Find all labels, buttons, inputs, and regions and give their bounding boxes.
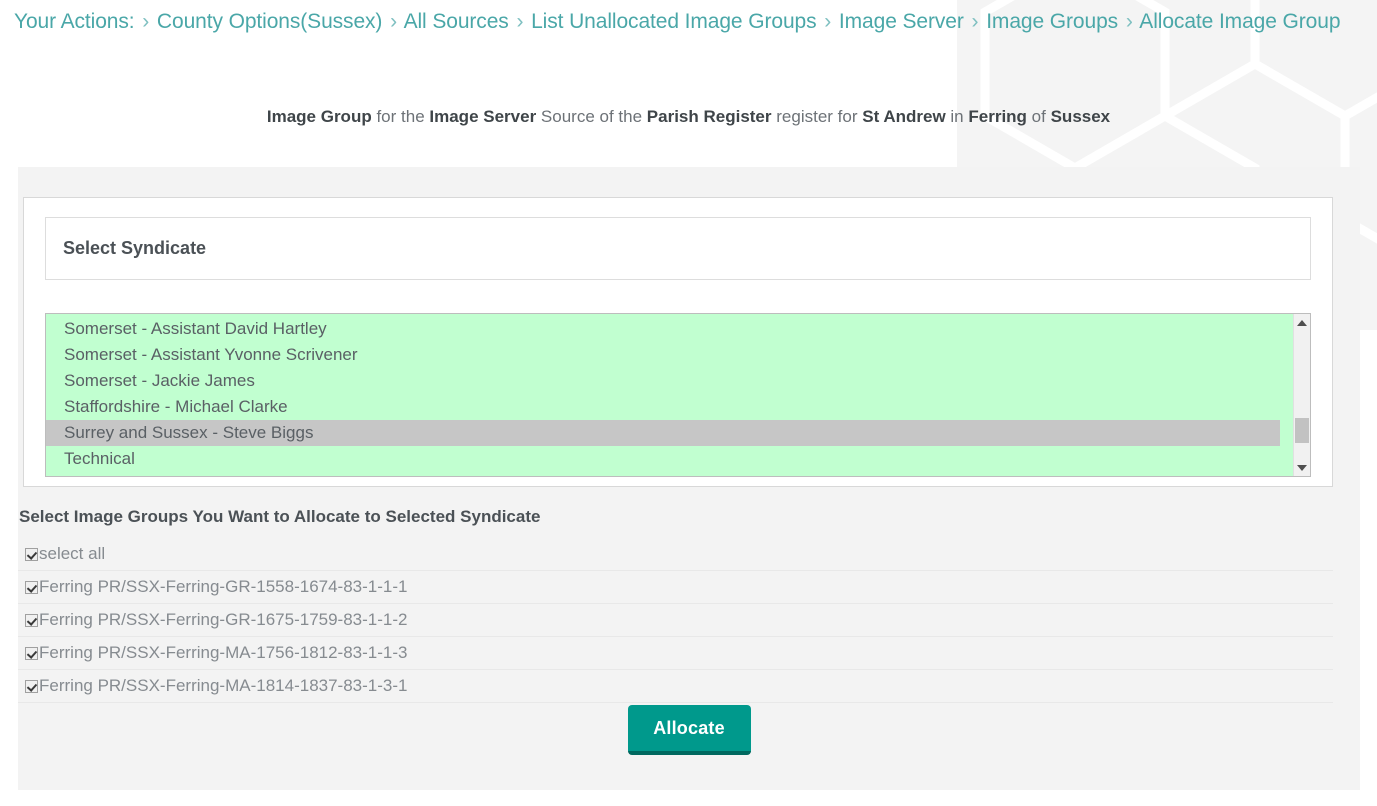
breadcrumb-item-allocate-image-group[interactable]: Allocate Image Group [1139,10,1340,33]
breadcrumb-separator: › [1124,10,1135,33]
subtitle-parish: Ferring [968,107,1027,126]
breadcrumb-separator: › [514,10,525,33]
breadcrumb: Your Actions: › County Options(Sussex) ›… [14,8,1340,36]
breadcrumb-separator: › [970,10,981,33]
list-item[interactable]: select all [18,538,1333,571]
image-groups-section: Select Image Groups You Want to Allocate… [18,507,1360,703]
triangle-up-icon[interactable] [1294,314,1310,331]
breadcrumb-separator: › [822,10,833,33]
subtitle-text: in [950,107,963,126]
list-item[interactable]: Ferring PR/SSX-Ferring-MA-1756-1812-83-1… [18,637,1333,670]
subtitle-place: St Andrew [862,107,945,126]
breadcrumb-lead: Your Actions: [14,10,135,33]
main-panel: Select Syndicate Somerset - Assistant Da… [18,167,1360,790]
allocate-button[interactable]: Allocate [628,705,751,755]
list-item[interactable]: Ferring PR/SSX-Ferring-MA-1814-1837-83-1… [18,670,1333,703]
syndicate-header: Select Syndicate [45,217,1311,280]
allocate-button-row: Allocate [18,705,1360,755]
breadcrumb-item-image-groups[interactable]: Image Groups [986,10,1118,33]
list-item-label[interactable]: select all [39,544,105,564]
subtitle-text: for the [376,107,424,126]
listbox-scrollbar[interactable] [1293,314,1310,476]
subtitle-text: register for [776,107,857,126]
subtitle-image-server: Image Server [429,107,536,126]
checkbox-image-group[interactable] [25,647,38,660]
list-item-label[interactable]: Ferring PR/SSX-Ferring-GR-1675-1759-83-1… [39,610,407,630]
syndicate-listbox[interactable]: Somerset - Assistant David Hartley Somer… [45,313,1311,477]
subtitle-parish-register: Parish Register [647,107,772,126]
triangle-down-icon[interactable] [1294,459,1310,476]
syndicate-option-selected[interactable]: Surrey and Sussex - Steve Biggs [46,420,1280,446]
page-subtitle: Image Group for the Image Server Source … [0,105,1377,129]
image-groups-heading: Select Image Groups You Want to Allocate… [18,507,1360,527]
checkbox-select-all[interactable] [25,548,38,561]
breadcrumb-separator: › [388,10,399,33]
checkbox-image-group[interactable] [25,614,38,627]
breadcrumb-item-list-unallocated-image-groups[interactable]: List Unallocated Image Groups [531,10,816,33]
syndicate-option[interactable]: Somerset - Jackie James [46,368,1293,394]
scrollbar-thumb[interactable] [1295,418,1309,443]
subtitle-text: Source of the [541,107,642,126]
breadcrumb-item-all-sources[interactable]: All Sources [404,10,509,33]
checkbox-image-group[interactable] [25,680,38,693]
list-item-label[interactable]: Ferring PR/SSX-Ferring-MA-1814-1837-83-1… [39,676,407,696]
syndicate-card: Select Syndicate Somerset - Assistant Da… [23,197,1333,487]
breadcrumb-item-image-server[interactable]: Image Server [839,10,964,33]
syndicate-option[interactable]: Staffordshire - Michael Clarke [46,394,1293,420]
subtitle-county: Sussex [1051,107,1111,126]
list-item-label[interactable]: Ferring PR/SSX-Ferring-GR-1558-1674-83-1… [39,577,407,597]
syndicate-option-list[interactable]: Somerset - Assistant David Hartley Somer… [46,314,1293,476]
syndicate-option[interactable]: Somerset - Assistant Yvonne Scrivener [46,342,1293,368]
syndicate-option[interactable]: Somerset - Assistant David Hartley [46,316,1293,342]
list-item[interactable]: Ferring PR/SSX-Ferring-GR-1558-1674-83-1… [18,571,1333,604]
breadcrumb-separator: › [140,10,151,33]
checkbox-image-group[interactable] [25,581,38,594]
subtitle-image-group: Image Group [267,107,372,126]
breadcrumb-item-county-options[interactable]: County Options(Sussex) [157,10,382,33]
select-syndicate-title: Select Syndicate [46,238,206,259]
subtitle-text: of [1032,107,1046,126]
syndicate-option[interactable]: Technical [46,446,1293,472]
list-item[interactable]: Ferring PR/SSX-Ferring-GR-1675-1759-83-1… [18,604,1333,637]
list-item-label[interactable]: Ferring PR/SSX-Ferring-MA-1756-1812-83-1… [39,643,407,663]
